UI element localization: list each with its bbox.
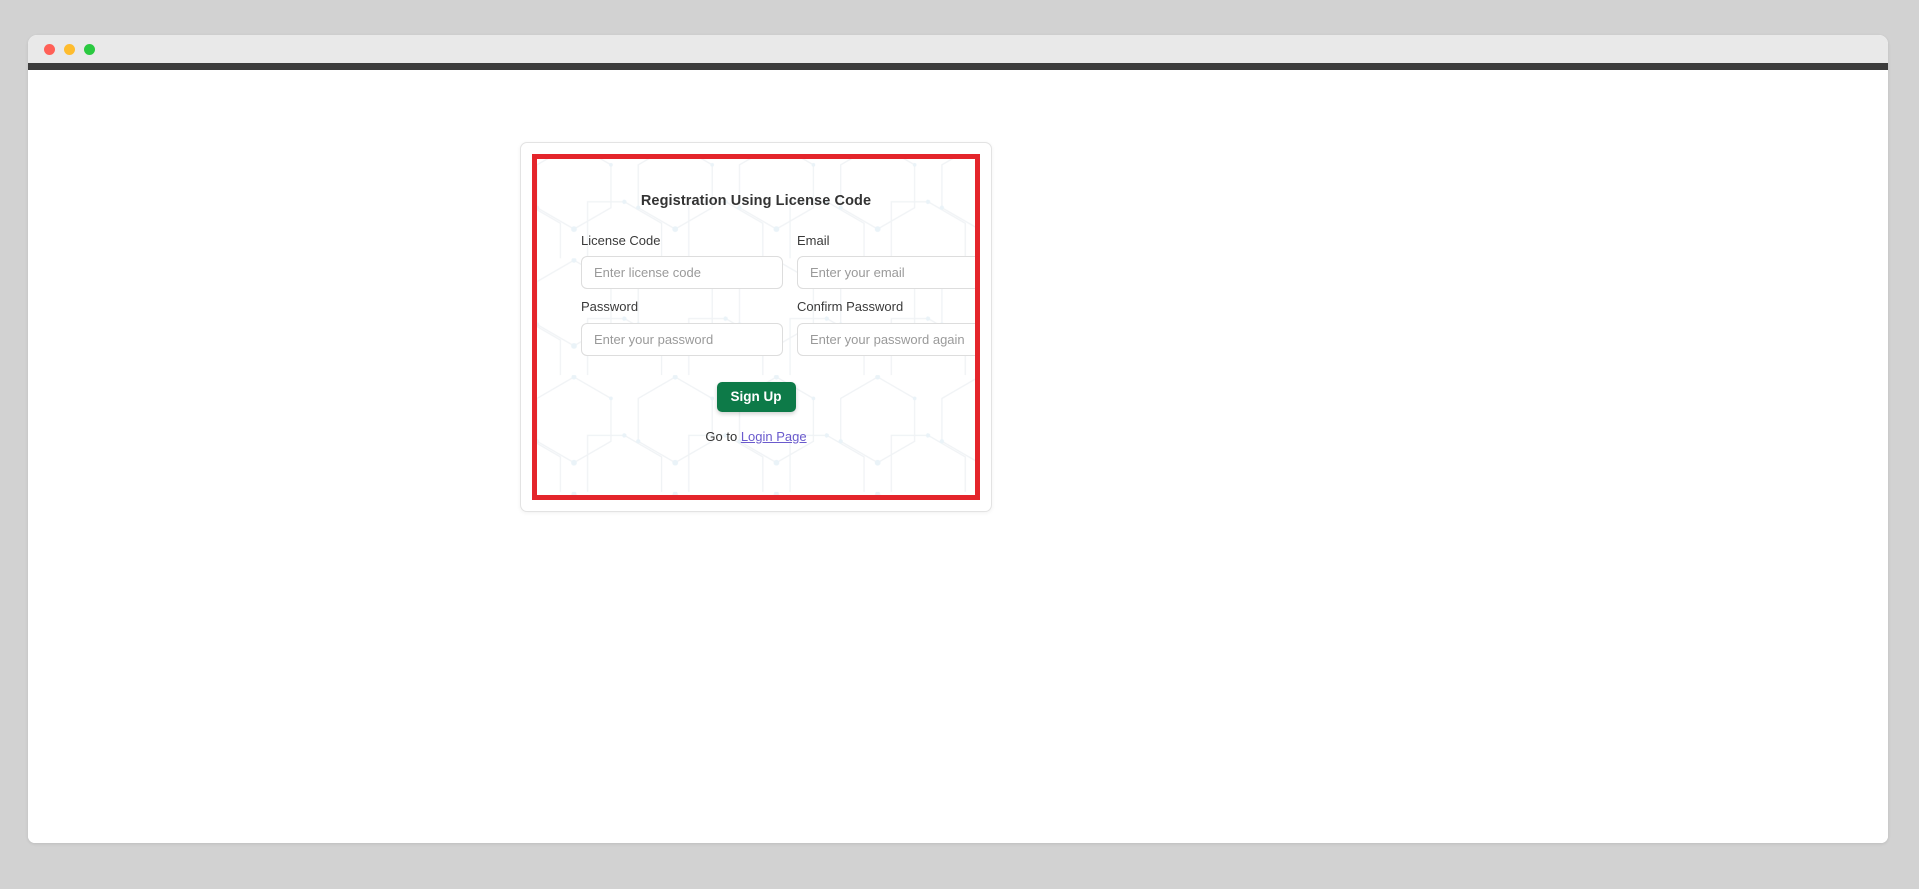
field-confirm-password: Confirm Password [797,299,975,356]
field-password: Password [581,299,783,356]
window-titlebar [28,35,1888,63]
login-redirect-prefix: Go to [705,429,741,445]
page-viewport: Registration Using License Code License … [28,70,1888,843]
card-content: Registration Using License Code License … [537,159,975,495]
browser-toolbar-strip [28,63,1888,70]
license-code-input[interactable] [581,256,783,290]
page-title: Registration Using License Code [640,193,872,209]
field-license-code: License Code [581,233,783,290]
registration-form: License Code Email Password Conf [581,233,975,356]
close-window-button[interactable] [44,43,55,55]
label-license-code: License Code [581,233,661,248]
confirm-password-input[interactable] [797,322,975,356]
label-password: Password [581,299,639,315]
maximize-window-button[interactable] [84,43,95,55]
login-page-link[interactable]: Login Page [741,429,807,444]
label-email: Email [797,233,830,248]
highlight-annotation-box: Registration Using License Code License … [532,154,980,500]
browser-window: Registration Using License Code License … [28,35,1888,843]
registration-card: Registration Using License Code License … [520,142,992,512]
login-redirect-row: Go to Login Page [581,429,931,444]
password-input[interactable] [581,322,783,356]
label-confirm-password: Confirm Password [797,299,904,315]
sign-up-button[interactable]: Sign Up [716,381,796,413]
field-email: Email [797,233,975,290]
traffic-light-controls [44,43,95,55]
email-input[interactable] [797,256,975,290]
minimize-window-button[interactable] [64,43,75,55]
form-actions: Sign Up [581,381,931,413]
